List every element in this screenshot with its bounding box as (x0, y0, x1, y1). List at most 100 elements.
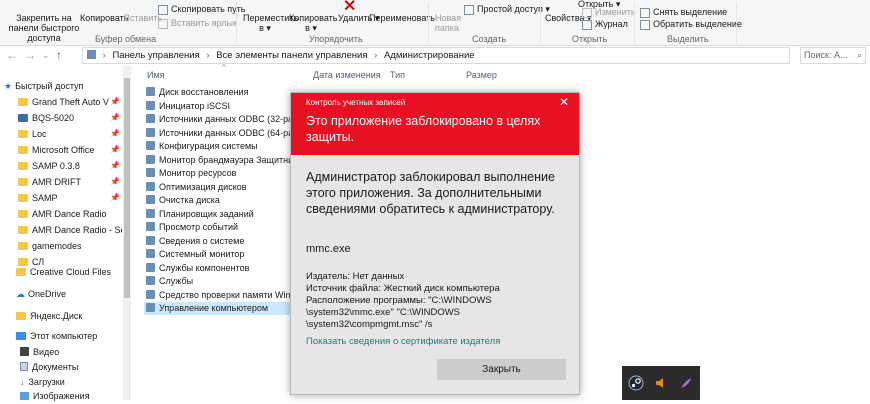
sidebar-item-this-pc[interactable]: Этот компьютер (16, 328, 138, 344)
select-none-button[interactable]: Снять выделение (640, 7, 727, 18)
recent-chevron-icon[interactable]: ⌄ (42, 50, 50, 61)
sidebar-item-label: Grand Theft Auto V (32, 97, 109, 107)
organize-group-label: Упорядочить (309, 34, 363, 44)
pin-quick-access-button[interactable]: Закрепить на панели быстрого доступа (4, 13, 84, 43)
pin-icon: 📌 (110, 177, 120, 186)
folder-icon (18, 146, 28, 154)
move-to-button[interactable]: Переместить в ▾ (243, 13, 298, 33)
list-item-label: Просмотр событий (159, 222, 239, 232)
close-button[interactable]: Закрыть (437, 359, 566, 380)
list-item-label: Службы компонентов (159, 263, 250, 273)
history-button[interactable]: Журнал (582, 19, 628, 30)
pin-quick-access-label: Закрепить на панели быстрого доступа (8, 13, 80, 43)
certificate-link[interactable]: Показать сведения о сертификате издателя (306, 336, 500, 347)
ribbon-divider (540, 2, 541, 44)
video-icon (20, 347, 29, 356)
sidebar-item-label: BQS-5020 (32, 113, 75, 123)
invert-selection-button[interactable]: Обратить выделение (640, 19, 742, 30)
column-header-size[interactable]: Размер (466, 70, 497, 80)
back-arrow-icon[interactable]: ← (6, 48, 18, 62)
tool-icon (146, 155, 155, 164)
sidebar-item-folder[interactable]: gamemodes (18, 238, 122, 254)
folder-icon (18, 130, 28, 138)
sidebar-item-folder[interactable]: AMR Dance Radio (18, 206, 122, 222)
folder-icon (16, 268, 26, 276)
list-item[interactable]: Планировщик заданий (146, 208, 290, 221)
control-panel-icon (87, 50, 96, 59)
list-item[interactable]: Службы (146, 275, 290, 288)
sidebar-item-creative-cloud[interactable]: Creative Cloud Files (16, 264, 138, 280)
column-header-name[interactable]: Имя (147, 70, 165, 80)
sidebar-item-onedrive[interactable]: ☁ OneDrive (16, 286, 138, 302)
list-item[interactable]: Источники данных ODBC (32-разрядная) (146, 113, 290, 126)
close-icon[interactable]: ✕ (559, 95, 569, 109)
folder-icon (18, 98, 28, 106)
steam-icon[interactable] (628, 375, 644, 391)
sidebar-item-pinned[interactable]: SAMP 0.3.8 📌 (18, 158, 122, 174)
sidebar-item-pinned[interactable]: BQS-5020 📌 (18, 110, 122, 126)
copy-path-button[interactable]: Скопировать путь (158, 4, 245, 15)
computer-icon (16, 332, 26, 340)
edit-button[interactable]: Изменить (582, 7, 636, 18)
sidebar-item-label: OneDrive (28, 289, 67, 299)
sidebar-item-pinned[interactable]: AMR DRIFT 📌 (18, 174, 122, 190)
sidebar-item-label: SAMP (32, 193, 58, 203)
copy-to-button[interactable]: Копировать в ▾ (289, 13, 337, 33)
feather-icon[interactable] (678, 375, 694, 391)
uac-details: Издатель: Нет данных Источник файла: Жес… (306, 271, 571, 331)
sidebar-item-label: Loc (32, 129, 47, 139)
sidebar-item-quick-access[interactable]: ★ Быстрый доступ (4, 78, 126, 94)
list-item[interactable]: Оптимизация дисков (146, 181, 290, 194)
tool-icon (146, 101, 155, 110)
breadcrumb-control-panel[interactable]: Панель управления (112, 50, 199, 61)
sidebar-item-pinned[interactable]: Microsoft Office 📌 (18, 142, 122, 158)
forward-arrow-icon[interactable]: → (24, 48, 36, 62)
cloud-icon: ☁ (16, 289, 25, 299)
uac-location-line: \system32\compmgmt.msc" /s (306, 319, 433, 330)
list-item[interactable]: Очистка диска (146, 194, 290, 207)
list-item[interactable]: Монитор ресурсов (146, 167, 290, 180)
column-header-type[interactable]: Тип (390, 70, 405, 80)
list-item[interactable]: Системный монитор (146, 248, 290, 261)
list-item[interactable]: Средство проверки памяти Windows (146, 289, 290, 302)
easy-access-button[interactable]: Простой доступ ▾ (464, 4, 550, 15)
rename-button[interactable]: Переименовать (369, 13, 435, 23)
copy-button[interactable]: Копировать (80, 13, 128, 23)
list-item[interactable]: Диск восстановления (146, 86, 296, 99)
sidebar-item-folder[interactable]: AMR Dance Radio - Ser-S_ (18, 222, 122, 238)
column-header-date[interactable]: Дата изменения (313, 70, 381, 80)
address-bar[interactable]: › Панель управления › Все элементы панел… (82, 47, 790, 64)
sidebar-item-yandex[interactable]: Яндекс.Диск (16, 308, 138, 324)
list-item[interactable]: Конфигурация системы (146, 140, 290, 153)
sidebar-item-pinned[interactable]: Loc 📌 (18, 126, 122, 142)
sidebar-item-pinned[interactable]: SAMP 📌 (18, 190, 122, 206)
list-item[interactable]: Сведения о системе (146, 235, 290, 248)
list-item[interactable]: Просмотр событий (146, 221, 290, 234)
sidebar-item-pinned[interactable]: Grand Theft Auto V 📌 (18, 94, 122, 110)
tool-icon (146, 303, 155, 312)
volume-icon[interactable] (653, 375, 669, 391)
paste-button[interactable]: Вставить (124, 13, 162, 23)
breadcrumb-all-items[interactable]: Все элементы панели управления (216, 50, 367, 61)
pin-icon: 📌 (110, 145, 120, 154)
search-placeholder: Поиск: А... (804, 50, 848, 60)
list-item[interactable]: Инициатор iSCSI (146, 100, 296, 113)
paste-shortcut-button[interactable]: Вставить ярлык (158, 18, 237, 29)
breadcrumb-administration[interactable]: Администрирование (384, 50, 475, 61)
up-arrow-icon[interactable]: ↑ (56, 48, 62, 62)
list-item-selected[interactable]: Управление компьютером (144, 302, 292, 315)
tool-icon (146, 87, 155, 96)
tool-icon (146, 222, 155, 231)
sidebar-item-label: Creative Cloud Files (30, 267, 112, 277)
new-folder-button[interactable]: Новая папка (435, 13, 461, 33)
list-item[interactable]: Службы компонентов (146, 262, 290, 275)
copy-path-label: Скопировать путь (171, 4, 246, 14)
pin-icon: 📌 (110, 113, 120, 122)
list-item[interactable]: Монитор брандмауэра Защитника Windows (146, 154, 290, 167)
paste-shortcut-label: Вставить ярлык (171, 18, 237, 28)
ribbon-divider (634, 2, 635, 44)
search-input[interactable]: Поиск: А... ⌕ (800, 47, 866, 64)
list-item[interactable]: Источники данных ODBC (64-разрядная) (146, 127, 290, 140)
scrollbar-thumb[interactable] (124, 78, 130, 298)
sidebar-scrollbar[interactable] (123, 66, 131, 400)
